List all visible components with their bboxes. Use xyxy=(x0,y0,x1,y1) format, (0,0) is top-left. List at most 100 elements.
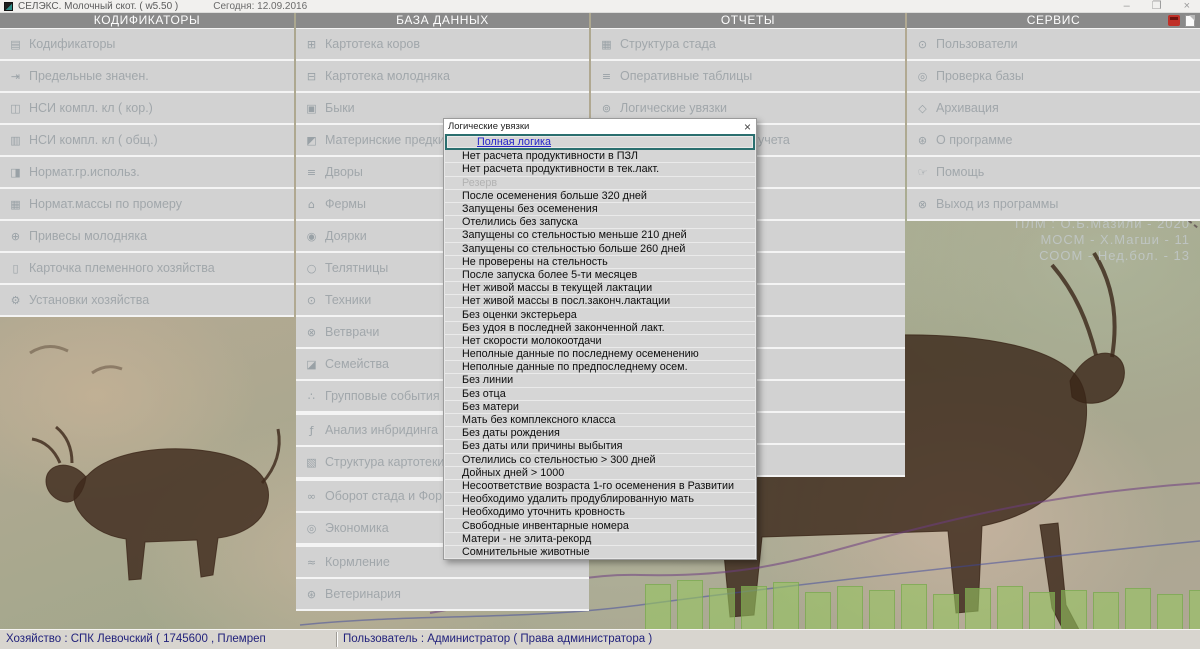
dialog-list-item[interactable]: Нет живой массы в посл.законч.лактации xyxy=(445,295,755,308)
item-icon: ⚙ xyxy=(9,294,22,307)
menu-item[interactable]: ▯Карточка племенного хозяйства xyxy=(0,253,294,283)
menu-item[interactable]: ⊕Привесы молодняка xyxy=(0,221,294,251)
item-icon: ◎ xyxy=(305,522,318,535)
dialog-list-item[interactable]: Без линии xyxy=(445,374,755,387)
menu-item[interactable]: ⚙ Установки хозяйства xyxy=(0,285,294,315)
menu-item[interactable]: ⊛Ветеринария xyxy=(296,579,589,609)
dialog-list-item[interactable]: Отелились без запуска xyxy=(445,216,755,229)
dialog-list-item[interactable]: Без отца xyxy=(445,388,755,401)
dialog-list-item[interactable]: Необходимо уточнить кровность xyxy=(445,506,755,519)
dialog-list-item[interactable]: Неполные данные по предпоследнему осем. xyxy=(445,361,755,374)
dialog-list-item[interactable]: Отелились со стельностью > 300 дней xyxy=(445,454,755,467)
menu-item[interactable]: ⊛О программе xyxy=(907,125,1200,155)
document-icon[interactable] xyxy=(1185,15,1195,27)
dialog-list: Полная логикаНет расчета продуктивности … xyxy=(444,134,756,559)
menu-item-label: НСИ компл. кл ( общ.) xyxy=(29,133,158,147)
dialog-list-item[interactable]: После запуска более 5-ти месяцев xyxy=(445,269,755,282)
menu-item[interactable]: ⇥Предельные значен. xyxy=(0,61,294,91)
item-icon: ▤ xyxy=(9,38,22,51)
menu-item-label: Картотека молодняка xyxy=(325,69,450,83)
menu-item-label: Логические увязки xyxy=(620,101,727,115)
menu-item[interactable]: ⊗Выход из программы xyxy=(907,189,1200,219)
menu-item-label: Архивация xyxy=(936,101,999,115)
dialog-list-item[interactable]: Без оценки экстерьера xyxy=(445,308,755,321)
item-icon: ⊕ xyxy=(9,230,22,243)
menu-item[interactable]: ▦Нормат.массы по промеру xyxy=(0,189,294,219)
dialog-list-item[interactable]: После осеменения больше 320 дней xyxy=(445,190,755,203)
column-header: КОДИФИКАТОРЫ xyxy=(0,13,294,28)
menu-item-label: Структура картотеки xyxy=(325,455,444,469)
menu-item-label: Выход из программы xyxy=(936,197,1058,211)
dialog-list-item[interactable]: Без удоя в последней законченной лакт. xyxy=(445,322,755,335)
dialog-list-item[interactable]: Без даты рождения xyxy=(445,427,755,440)
menu-item-label: Карточка племенного хозяйства xyxy=(29,261,215,275)
item-icon: ◎ xyxy=(916,70,929,83)
dialog-list-item[interactable]: Запущены без осеменения xyxy=(445,203,755,216)
dialog-list-item[interactable]: Без матери xyxy=(445,401,755,414)
item-icon: ▦ xyxy=(9,198,22,211)
menu-item-label: Кодификаторы xyxy=(29,37,115,51)
minimize-icon[interactable]: – xyxy=(1124,1,1130,12)
dialog-list-item[interactable]: Нет расчета продуктивности в тек.лакт. xyxy=(445,163,755,176)
today-date: Сегодня: 12.09.2016 xyxy=(213,1,307,12)
menu-item[interactable]: ▦Структура стада xyxy=(591,29,905,59)
menu-item[interactable]: ◫ НСИ компл. кл ( кор.) xyxy=(0,93,294,123)
menu-item[interactable]: ◨Нормат.гр.использ. xyxy=(0,157,294,187)
menu-item-label: О программе xyxy=(936,133,1012,147)
dialog-list-item[interactable]: Нет расчета продуктивности в ПЗЛ xyxy=(445,150,755,163)
statusbar-user: Пользователь : Администратор ( Права адм… xyxy=(337,632,658,647)
dialog-list-item[interactable]: Полная логика xyxy=(445,134,755,150)
item-icon: ⊙ xyxy=(916,38,929,51)
statusbar: Хозяйство : СПК Левочский ( 1745600 , Пл… xyxy=(0,629,1200,649)
logical-links-dialog: Логические увязки × Полная логикаНет рас… xyxy=(443,118,757,560)
dialog-list-item[interactable]: Нет скорости молокоотдачи xyxy=(445,335,755,348)
dialog-list-item[interactable]: Нет живой массы в текущей лактации xyxy=(445,282,755,295)
menu-item[interactable]: ◎Проверка базы xyxy=(907,61,1200,91)
menu-item[interactable]: ⊟Картотека молодняка xyxy=(296,61,589,91)
restore-icon[interactable]: ❐ xyxy=(1152,1,1162,12)
menu-item[interactable]: ◇Архивация xyxy=(907,93,1200,123)
dialog-list-item[interactable]: Несоответствие возраста 1-го осеменения … xyxy=(445,480,755,493)
menu-column: СЕРВИС⊙Пользователи◎Проверка базы◇Архива… xyxy=(907,13,1200,221)
dialog-list-item[interactable]: Дойных дней > 1000 xyxy=(445,467,755,480)
menu-column: КОДИФИКАТОРЫ ▤ Кодификаторы ⇥Предельные зна… xyxy=(0,13,294,317)
close-window-icon[interactable]: × xyxy=(1184,1,1190,12)
menu-item[interactable]: ⊞Картотека коров xyxy=(296,29,589,59)
menu-item[interactable]: ▤ Кодификаторы xyxy=(0,29,294,59)
dialog-list-item[interactable]: Не проверены на стельность xyxy=(445,256,755,269)
item-icon: ∴ xyxy=(305,390,318,403)
dialog-list-item[interactable]: Матери - не элита-рекорд xyxy=(445,533,755,546)
column-header: БАЗА ДАННЫХ xyxy=(296,13,589,28)
menu-item[interactable]: ≡Оперативные таблицы xyxy=(591,61,905,91)
dialog-list-item[interactable]: Неполные данные по последнему осеменению xyxy=(445,348,755,361)
close-icon[interactable]: × xyxy=(744,121,751,133)
menu-item-label: Анализ инбридинга xyxy=(325,423,438,437)
printer-icon[interactable] xyxy=(1168,15,1180,26)
item-icon: ▥ xyxy=(9,134,22,147)
item-icon: ∞ xyxy=(305,490,318,503)
dialog-list-item[interactable]: Мать без комплексного класса xyxy=(445,414,755,427)
dialog-list-item[interactable]: Запущены со стельностью больше 260 дней xyxy=(445,243,755,256)
column-header: СЕРВИС xyxy=(907,13,1200,28)
menu-item[interactable]: ▥ НСИ компл. кл ( общ.) xyxy=(0,125,294,155)
dialog-list-item[interactable]: Необходимо удалить продублированную мать xyxy=(445,493,755,506)
dialog-list-item[interactable]: Сомнительные животные xyxy=(445,546,755,558)
item-icon: ≡ xyxy=(305,166,318,179)
item-icon: ƒ xyxy=(305,424,318,437)
menu-item[interactable]: ⊙Пользователи xyxy=(907,29,1200,59)
item-icon: ◫ xyxy=(9,102,22,115)
dialog-list-item[interactable]: Резерв xyxy=(445,177,755,190)
menu-item-label: Материнские предки xyxy=(325,133,445,147)
menu-item-label: Ветеринария xyxy=(325,587,401,601)
menu-item-label: Оперативные таблицы xyxy=(620,69,752,83)
dialog-list-item[interactable]: Без даты или причины выбытия xyxy=(445,440,755,453)
menu-item-label: Установки хозяйства xyxy=(29,293,149,307)
item-icon: ⌂ xyxy=(305,198,318,211)
menu-item[interactable]: ☞Помощь xyxy=(907,157,1200,187)
item-icon: ◪ xyxy=(305,358,318,371)
dialog-list-item[interactable]: Свободные инвентарные номера xyxy=(445,519,755,532)
menu-item-label: Быки xyxy=(325,101,355,115)
column-header: ОТЧЕТЫ xyxy=(591,13,905,28)
menu-item-label: НСИ компл. кл ( кор.) xyxy=(29,101,153,115)
dialog-list-item[interactable]: Запущены со стельностью меньше 210 дней xyxy=(445,229,755,242)
